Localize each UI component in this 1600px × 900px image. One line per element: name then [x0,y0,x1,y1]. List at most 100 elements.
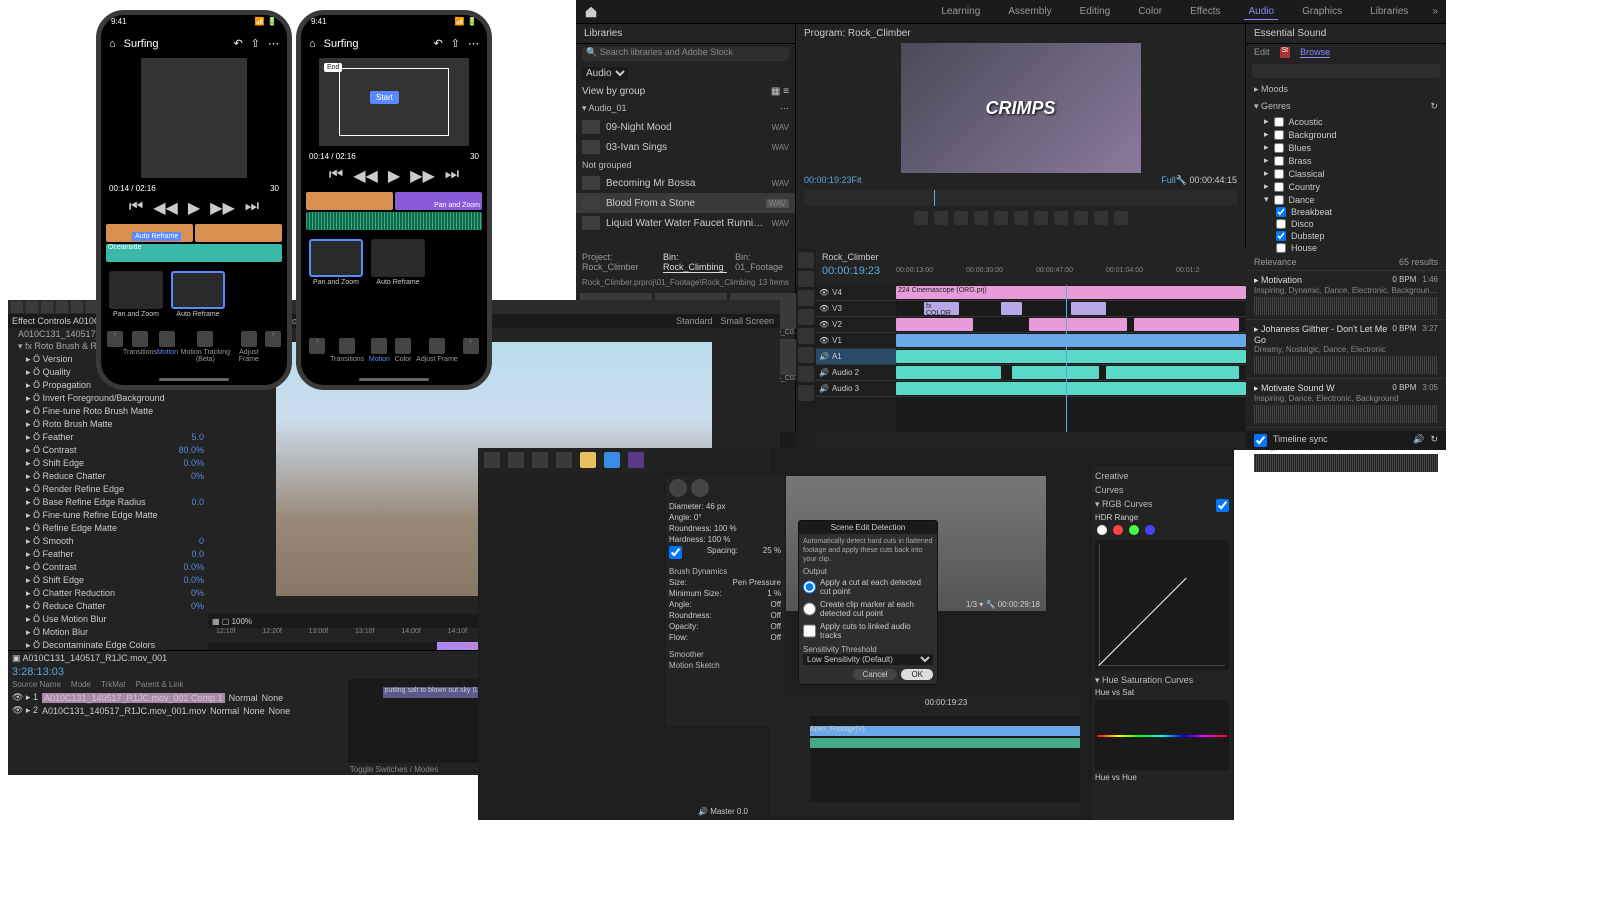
share-icon[interactable]: ⇧ [451,37,460,50]
ws-color[interactable]: Color [1134,4,1166,19]
nav-tracking[interactable]: Motion Tracking (Beta) [178,331,233,363]
genre-sub[interactable]: Dubstep [1246,230,1446,242]
bin-tab[interactable]: Project: Rock_Climber [582,252,655,273]
tl-clip[interactable] [896,334,1246,347]
lib-item[interactable]: 09-Night Moodwav [576,117,795,137]
ec-prop[interactable]: ▸ Ö Base Refine Edge Radius0.0 [8,496,208,509]
vol-icon[interactable]: 🔊 [1413,434,1424,447]
timeline-sync-chk[interactable] [1254,434,1267,447]
ws-audio[interactable]: Audio [1244,4,1278,20]
program-tc[interactable]: 00:00:19:23 [804,175,852,186]
thumb-panzoom[interactable]: Pan and Zoom [109,271,163,318]
timeline-lanes[interactable]: 224 Cinemascope (ORG.prj) fx COLOR [896,285,1246,432]
sect-genres[interactable]: ▾ Genres ↻ [1246,98,1446,115]
program-fit[interactable]: Fit [852,175,862,186]
nav-fwd[interactable]: › [265,331,281,363]
premiere-icon[interactable] [628,452,644,468]
ec-prop[interactable]: ▸ Ö Render Refine Edge [8,483,208,496]
tl2-clip[interactable]: Apex_Footage(V) [810,726,1080,736]
tl-clip[interactable] [896,382,1246,395]
spacing-chk[interactable] [669,546,682,559]
tl-clip[interactable] [1106,366,1239,379]
atrack-head[interactable]: 🔊 Audio 2 [816,365,896,381]
vtrack-head[interactable]: 👁 V3 [816,301,896,317]
program-full[interactable]: Full [1161,175,1176,186]
ess-result[interactable]: 3:270 BPM▸ Johaness Gilther - Don't Let … [1246,319,1446,378]
lift-icon[interactable] [1054,211,1068,225]
ec-prop[interactable]: ▸ Ö Reduce Chatter0% [8,600,208,613]
vtrack-head[interactable]: 👁 V4 [816,285,896,301]
curve-blue[interactable] [1145,525,1155,535]
razor-tool-icon[interactable] [798,309,814,325]
grid-view-icon[interactable]: ▦ [771,86,780,97]
nav-motion[interactable]: Motion [157,331,178,363]
genre-chk[interactable]: ▸ Blues [1246,141,1446,154]
tl-clip[interactable] [1134,318,1239,331]
phone-timeline[interactable]: Auto Reframe Oceanside [105,223,283,263]
comp-layout[interactable]: Standard [676,316,713,326]
back-icon[interactable]: ⌂ [309,38,316,50]
genre-chk[interactable]: ▸ Acoustic [1246,115,1446,128]
track-select-tool-icon[interactable] [798,271,814,287]
start-button[interactable]: Start [370,91,399,104]
loop-icon[interactable]: ↻ [1430,434,1438,447]
vtrack-head[interactable]: 👁 V1 [816,333,896,349]
libraries-search[interactable]: 🔍 Search libraries and Adobe Stock [582,47,789,61]
nav-adjust[interactable]: Adjust Frame [416,338,458,363]
compare-icon[interactable] [1114,211,1128,225]
ec-prop[interactable]: ▸ Ö Feather5.0 [8,431,208,444]
selection-tool-icon[interactable] [798,252,814,268]
atrack-head[interactable]: 🔊 Audio 3 [816,381,896,397]
ae-tool-icon[interactable] [41,301,53,313]
ec-prop[interactable]: ▸ Ö Smooth0 [8,535,208,548]
play-icon[interactable]: ▶ [188,198,200,218]
ec-prop[interactable]: ▸ Ö Feather0.0 [8,548,208,561]
genre-chk[interactable]: ▸ Brass [1246,154,1446,167]
start-icon[interactable] [484,452,500,468]
ec-prop[interactable]: ▸ Ö Decontaminate Edge Colors [8,639,208,650]
phone-viewer[interactable]: End Start [319,58,469,146]
ec-prop[interactable]: ▸ Ö Shift Edge0.0% [8,574,208,587]
ec-prop[interactable]: ▸ Ö Fine-tune Roto Brush Matte [8,405,208,418]
ae-tool-icon[interactable] [56,301,68,313]
phone-viewer[interactable] [141,58,247,178]
thumb-autoref[interactable]: Auto Reframe [371,239,425,286]
ec-prop[interactable]: ▸ Ö Chatter Reduction0% [8,587,208,600]
ec-prop[interactable]: ▸ Ö Refine Edge Matte [8,522,208,535]
tl-clip[interactable] [1012,366,1100,379]
type-tool-icon[interactable] [798,385,814,401]
ws-effects[interactable]: Effects [1186,4,1224,19]
play-icon[interactable] [994,211,1008,225]
opt2-radio[interactable] [803,600,816,618]
ws-overflow-icon[interactable]: » [1432,6,1438,17]
hand-tool-icon[interactable] [798,366,814,382]
nav-color[interactable]: Color [395,338,412,363]
nav-adjust[interactable]: Adjust Frame [233,331,265,363]
tl-clip[interactable] [1001,302,1022,315]
ess-tab-edit[interactable]: Edit [1254,47,1270,58]
refresh-icon[interactable]: ↻ [1430,101,1438,112]
crop-rect[interactable]: End Start [339,68,449,136]
ok-button[interactable]: OK [901,669,933,680]
slip-tool-icon[interactable] [798,328,814,344]
back-icon[interactable]: ◀◀ [353,166,378,186]
fwd-icon[interactable]: ▶▶ [410,166,435,186]
hue-sat-curve[interactable] [1095,700,1229,770]
back-icon[interactable]: ⌂ [109,38,116,50]
timeline-ruler[interactable]: 00:00:13:0000:00:30:0000:00:47:0000:01:0… [896,267,1246,277]
nav-trans[interactable]: Transitions [330,338,364,363]
comp-layout[interactable]: Small Screen [720,316,774,326]
ec-prop[interactable]: ▸ Ö Reduce Chatter0% [8,470,208,483]
lib-item[interactable]: Liquid Water Water Faucet Running In Pub… [576,213,795,233]
view-by-group[interactable]: View by group [582,86,645,97]
prev-icon[interactable]: ⏮ [129,198,143,218]
ec-prop[interactable]: ▸ Ö Shift Edge0.0% [8,457,208,470]
zoom-level[interactable]: 100% [232,617,252,626]
nav-trans[interactable]: Transitions [123,331,157,363]
tl-clip[interactable] [896,366,1001,379]
thumb-panzoom[interactable]: Pan and Zoom [309,239,363,286]
pen-tool-icon[interactable] [798,347,814,363]
curve-green[interactable] [1129,525,1139,535]
brush-angle[interactable]: Angle: 0° [669,512,781,523]
tl2-audio[interactable] [810,738,1080,748]
